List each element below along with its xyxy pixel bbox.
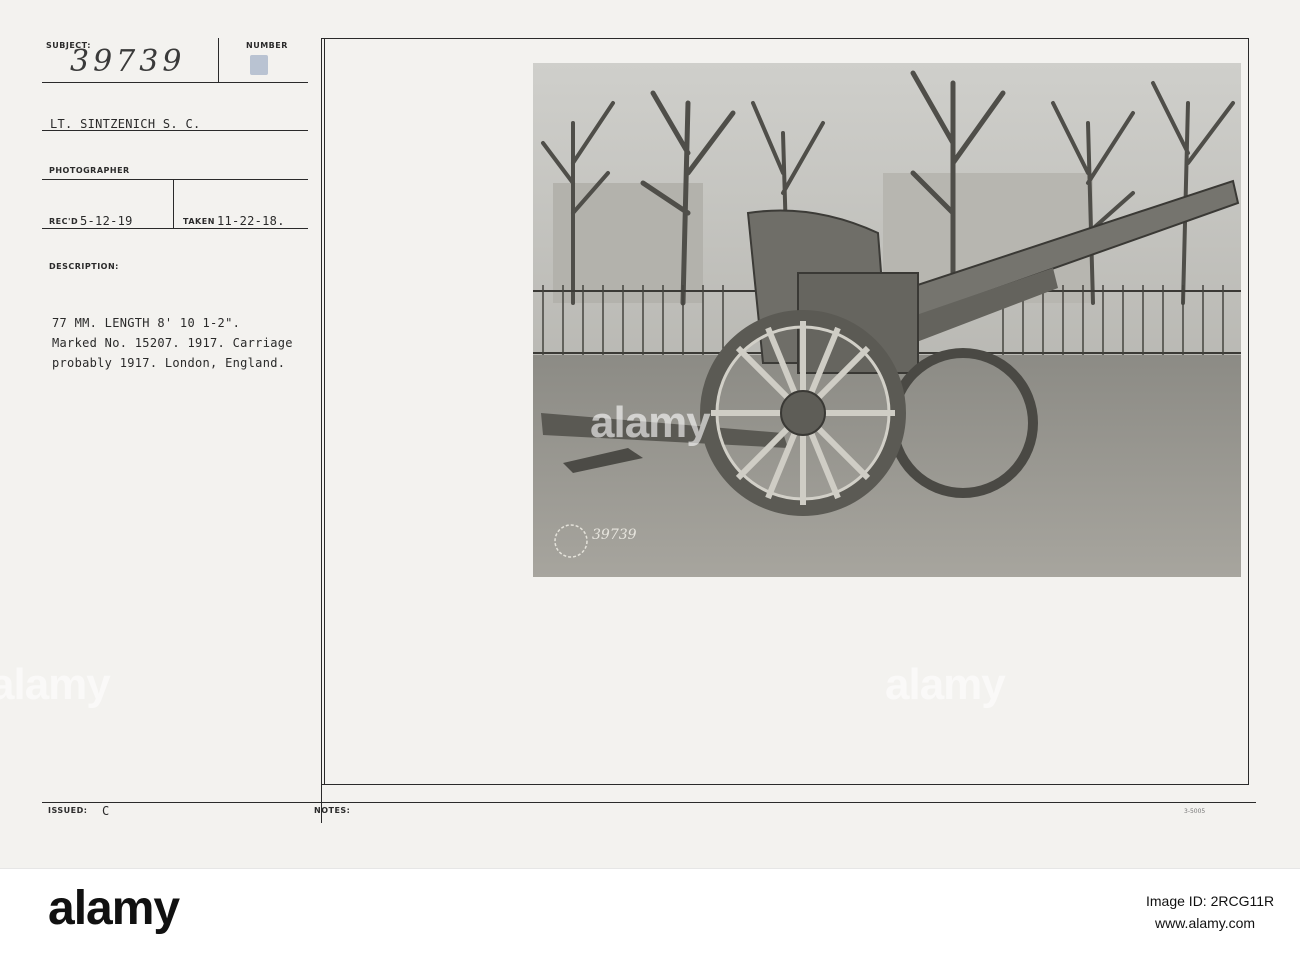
image-id: Image ID: 2RCG11R bbox=[1146, 893, 1275, 909]
frame-right bbox=[1248, 38, 1249, 784]
watermark-center: alamy bbox=[885, 660, 1006, 709]
description-line-1: 77 MM. LENGTH 8' 10 1-2". bbox=[52, 316, 241, 330]
subject-number: 39739 bbox=[70, 44, 186, 79]
frame-bottom bbox=[322, 784, 1249, 785]
description-label: DESCRIPTION: bbox=[49, 262, 119, 271]
frame-left bbox=[324, 38, 325, 784]
stock-footer: alamy Image ID: 2RCG11R www.alamy.com bbox=[0, 868, 1300, 957]
photographer-name: LT. SINTZENICH S. C. bbox=[50, 117, 201, 131]
recd-date: 5-12-19 bbox=[80, 214, 133, 228]
number-label: NUMBER bbox=[246, 41, 288, 50]
issued-value: C bbox=[102, 804, 110, 818]
form-code: 3-5005 bbox=[1184, 808, 1206, 815]
site-url[interactable]: www.alamy.com bbox=[1155, 915, 1255, 931]
description-line-2: Marked No. 15207. 1917. Carriage bbox=[52, 336, 293, 350]
taken-date: 11-22-18. bbox=[217, 214, 285, 228]
archive-card: SUBJECT: 39739 NUMBER LT. SINTZENICH S. … bbox=[0, 0, 1300, 868]
description-line-3: probably 1917. London, England. bbox=[52, 356, 286, 370]
number-divider bbox=[218, 38, 219, 82]
recd-label: REC'D bbox=[49, 217, 79, 226]
alamy-logo: alamy bbox=[48, 882, 180, 935]
gun-wheel bbox=[700, 310, 906, 516]
field-gun-photo bbox=[533, 63, 1241, 577]
issued-label: ISSUED: bbox=[48, 806, 88, 815]
dates-divider bbox=[173, 180, 174, 228]
photographer-label: PHOTOGRAPHER bbox=[49, 166, 130, 175]
frame-top bbox=[322, 38, 1249, 39]
field-gun-illustration bbox=[533, 63, 1241, 577]
vertical-divider bbox=[321, 38, 322, 823]
notes-rule bbox=[42, 802, 1256, 803]
rule-photographer bbox=[42, 179, 308, 180]
watermark-photo: alamy bbox=[590, 398, 711, 447]
notes-label: NOTES: bbox=[314, 806, 351, 815]
rule-dates bbox=[42, 228, 308, 229]
number-stamp bbox=[250, 55, 268, 75]
watermark-left: alamy bbox=[0, 660, 111, 709]
taken-label: TAKEN bbox=[183, 217, 215, 226]
photo-code: 39739 bbox=[592, 527, 637, 543]
rule-subject bbox=[42, 82, 308, 83]
